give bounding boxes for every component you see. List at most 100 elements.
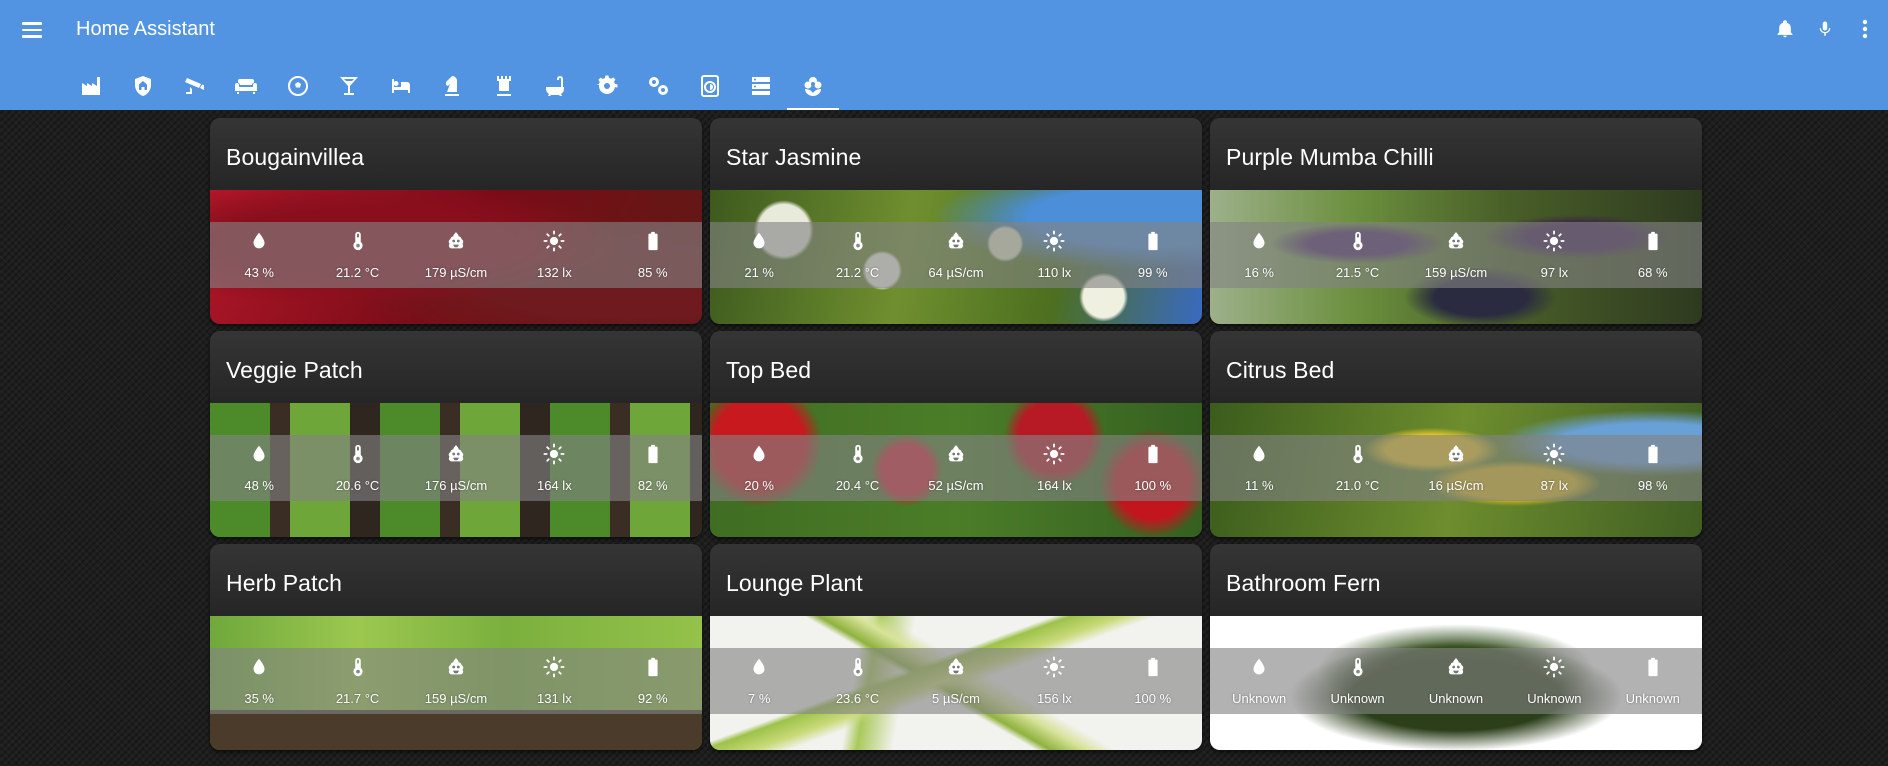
sensor-moisture[interactable]: 43 %	[210, 230, 308, 280]
water-drop-icon	[248, 443, 270, 478]
app-header: Home Assistant	[0, 0, 1888, 110]
sensor-conductivity[interactable]: 5 µS/cm	[907, 656, 1005, 706]
plant-card[interactable]: Veggie Patch 48 % 20.6 °C 176 µS/cm 164 lx 82…	[210, 331, 702, 537]
sensor-conductivity[interactable]: 64 µS/cm	[907, 230, 1005, 280]
sensor-illuminance[interactable]: 164 lx	[1005, 443, 1103, 493]
sensor-temperature[interactable]: 23.6 °C	[809, 656, 907, 706]
plant-card[interactable]: Bathroom Fern Unknown Unknown Unknown Unknow…	[1210, 544, 1702, 750]
plant-card[interactable]: Citrus Bed 11 % 21.0 °C 16 µS/cm 87 lx 98 %	[1210, 331, 1702, 537]
sensor-value: 5 µS/cm	[931, 691, 980, 706]
sensor-illuminance[interactable]: Unknown	[1505, 656, 1603, 706]
sensor-temperature[interactable]: 21.2 °C	[309, 230, 407, 280]
sun-icon	[543, 230, 565, 265]
tab-shield-home[interactable]	[118, 66, 170, 110]
tab-bed[interactable]	[375, 66, 427, 110]
sensor-battery[interactable]: Unknown	[1604, 656, 1702, 706]
sensor-moisture[interactable]: 16 %	[1210, 230, 1308, 280]
sensor-temperature[interactable]: 21.5 °C	[1309, 230, 1407, 280]
sensor-value: 100 %	[1134, 691, 1172, 706]
plant-card[interactable]: Herb Patch 35 % 21.7 °C 159 µS/cm 131 lx 92 %	[210, 544, 702, 750]
chess-rook-icon	[492, 74, 516, 103]
cogs-icon	[646, 74, 670, 103]
sensor-moisture[interactable]: Unknown	[1210, 656, 1308, 706]
sensor-moisture[interactable]: 21 %	[710, 230, 808, 280]
tab-soccer[interactable]	[272, 66, 324, 110]
sofa-icon	[234, 74, 258, 103]
tab-chess-knight[interactable]	[427, 66, 479, 110]
sensor-conductivity[interactable]: 16 µS/cm	[1407, 443, 1505, 493]
sensor-conductivity[interactable]: 52 µS/cm	[907, 443, 1005, 493]
sensor-value: 179 µS/cm	[424, 265, 488, 280]
plant-name: Lounge Plant	[726, 570, 863, 596]
sensor-temperature[interactable]: 20.4 °C	[809, 443, 907, 493]
sensor-moisture[interactable]: 7 %	[710, 656, 808, 706]
tab-cog[interactable]	[581, 66, 633, 110]
sensor-illuminance[interactable]: 131 lx	[505, 656, 603, 706]
sensor-value: 52 µS/cm	[928, 478, 984, 493]
bathtub-icon	[543, 74, 567, 103]
sensor-temperature[interactable]: Unknown	[1309, 656, 1407, 706]
sensor-temperature[interactable]: 21.2 °C	[809, 230, 907, 280]
sensor-battery[interactable]: 98 %	[1604, 443, 1702, 493]
sensor-conductivity[interactable]: 176 µS/cm	[407, 443, 505, 493]
plant-card[interactable]: Star Jasmine 21 % 21.2 °C 64 µS/cm 110 lx 99 …	[710, 118, 1202, 324]
sensor-value: 159 µS/cm	[1424, 265, 1488, 280]
water-drop-icon	[1248, 656, 1270, 691]
plant-card[interactable]: Lounge Plant 7 % 23.6 °C 5 µS/cm 156 lx 100 %	[710, 544, 1202, 750]
sensor-illuminance[interactable]: 110 lx	[1005, 230, 1103, 280]
sensor-value: 68 %	[1637, 265, 1668, 280]
sensor-temperature[interactable]: 21.0 °C	[1309, 443, 1407, 493]
thermometer-icon	[847, 230, 869, 265]
tab-chess-rook[interactable]	[478, 66, 530, 110]
sensor-battery[interactable]: 99 %	[1104, 230, 1202, 280]
sensor-value: 21.7 °C	[335, 691, 380, 706]
sensor-conductivity[interactable]: 159 µS/cm	[407, 656, 505, 706]
plant-card[interactable]: Purple Mumba Chilli 16 % 21.5 °C 159 µS/cm 9…	[1210, 118, 1702, 324]
sensor-moisture[interactable]: 11 %	[1210, 443, 1308, 493]
fertilizer-icon	[945, 656, 967, 691]
sensor-battery[interactable]: 85 %	[604, 230, 702, 280]
bell-icon[interactable]	[1772, 14, 1798, 44]
tab-cogs[interactable]	[633, 66, 685, 110]
sensor-value: 21.2 °C	[335, 265, 380, 280]
dots-vertical-icon[interactable]	[1852, 14, 1878, 44]
menu-icon[interactable]	[18, 18, 46, 42]
sensor-battery[interactable]: 68 %	[1604, 230, 1702, 280]
plant-card[interactable]: Bougainvillea 43 % 21.2 °C 179 µS/cm 132 lx 8…	[210, 118, 702, 324]
sensor-conductivity[interactable]: 159 µS/cm	[1407, 230, 1505, 280]
plant-name: Bougainvillea	[226, 144, 365, 170]
sensor-moisture[interactable]: 35 %	[210, 656, 308, 706]
sensor-illuminance[interactable]: 97 lx	[1505, 230, 1603, 280]
water-drop-icon	[748, 230, 770, 265]
microphone-icon[interactable]	[1812, 14, 1838, 44]
sensor-illuminance[interactable]: 87 lx	[1505, 443, 1603, 493]
tab-server[interactable]	[736, 66, 788, 110]
sensor-temperature[interactable]: 20.6 °C	[309, 443, 407, 493]
tab-bathtub[interactable]	[530, 66, 582, 110]
sensor-illuminance[interactable]: 156 lx	[1005, 656, 1103, 706]
tab-factory[interactable]	[66, 66, 118, 110]
sensor-moisture[interactable]: 20 %	[710, 443, 808, 493]
tab-cctv[interactable]	[169, 66, 221, 110]
sensor-battery[interactable]: 100 %	[1104, 656, 1202, 706]
sensor-moisture[interactable]: 48 %	[210, 443, 308, 493]
sensor-battery[interactable]: 92 %	[604, 656, 702, 706]
sensor-bar: 35 % 21.7 °C 159 µS/cm 131 lx 92 %	[210, 648, 702, 714]
tab-glass-cocktail[interactable]	[324, 66, 376, 110]
thermometer-icon	[347, 230, 369, 265]
tab-washing-machine[interactable]	[684, 66, 736, 110]
plant-card[interactable]: Top Bed 20 % 20.4 °C 52 µS/cm 164 lx 100 %	[710, 331, 1202, 537]
sensor-temperature[interactable]: 21.7 °C	[309, 656, 407, 706]
battery-icon	[642, 230, 664, 265]
tab-sofa[interactable]	[221, 66, 273, 110]
sensor-battery[interactable]: 82 %	[604, 443, 702, 493]
tab-flower[interactable]	[787, 66, 839, 110]
sensor-conductivity[interactable]: Unknown	[1407, 656, 1505, 706]
sensor-battery[interactable]: 100 %	[1104, 443, 1202, 493]
sensor-illuminance[interactable]: 164 lx	[505, 443, 603, 493]
sensor-conductivity[interactable]: 179 µS/cm	[407, 230, 505, 280]
sensor-value: 164 lx	[537, 478, 572, 493]
sensor-illuminance[interactable]: 132 lx	[505, 230, 603, 280]
sensor-value: 97 lx	[1540, 265, 1569, 280]
sensor-value: Unknown	[1625, 691, 1680, 706]
